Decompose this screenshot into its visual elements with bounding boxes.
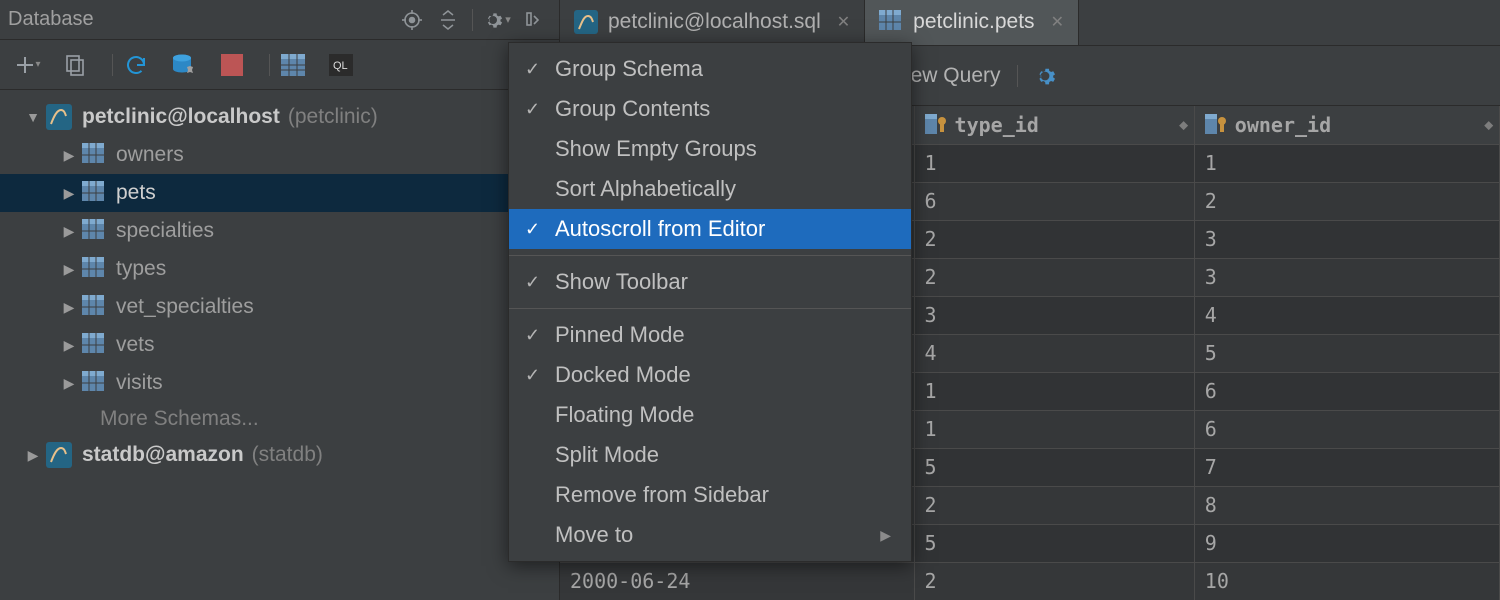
checkmark-icon: ✓ [525, 365, 555, 386]
menu-separator [509, 255, 911, 256]
svg-text:QL: QL [333, 60, 348, 72]
table-row[interactable]: 2000-06-24 2 10 [560, 562, 1500, 600]
menu-item-label: Floating Mode [555, 402, 694, 428]
foreign-key-icon [1205, 114, 1227, 136]
panel-title: Database [8, 8, 94, 31]
column-header[interactable]: type_id ◆ [914, 106, 1194, 144]
menu-item-label: Show Empty Groups [555, 136, 757, 162]
checkmark-icon: ✓ [525, 99, 555, 120]
chevron-right-icon[interactable]: ▶ [56, 299, 82, 316]
sql-file-icon [574, 10, 598, 34]
add-button[interactable]: ▾ [10, 48, 44, 82]
table-view-icon[interactable] [276, 48, 310, 82]
menu-item-label: Move to [555, 522, 633, 548]
checkmark-icon: ✓ [525, 219, 555, 240]
menu-item[interactable]: ✓ Autoscroll from Editor [509, 209, 911, 249]
table-node[interactable]: ▶ vet_specialties [0, 288, 559, 326]
more-schemas[interactable]: More Schemas... [0, 402, 559, 436]
table-node[interactable]: ▶ pets [0, 174, 559, 212]
checkmark-icon: ✓ [525, 59, 555, 80]
menu-item-label: Group Contents [555, 96, 710, 122]
table-icon [82, 143, 106, 167]
close-tab-icon[interactable]: ✕ [837, 12, 850, 32]
database-tree[interactable]: ▼ petclinic@localhost (petclinic) ▶ owne… [0, 90, 559, 474]
table-icon [82, 257, 106, 281]
submenu-arrow-icon: ▶ [880, 527, 891, 544]
chevron-right-icon[interactable]: ▶ [56, 185, 82, 202]
table-node[interactable]: ▶ visits [0, 364, 559, 402]
tab-label: petclinic@localhost.sql [608, 10, 821, 34]
database-toolbar: ▾ [0, 40, 559, 90]
gear-icon[interactable] [1034, 65, 1056, 87]
expand-collapse-icon[interactable] [434, 6, 462, 34]
menu-item-label: Group Schema [555, 56, 703, 82]
menu-item[interactable]: Split Mode [509, 435, 911, 475]
checkmark-icon: ✓ [525, 272, 555, 293]
menu-item-label: Autoscroll from Editor [555, 216, 765, 242]
stop-icon[interactable] [215, 48, 249, 82]
chevron-right-icon[interactable]: ▶ [56, 223, 82, 240]
checkmark-icon: ✓ [525, 325, 555, 346]
table-icon [82, 219, 106, 243]
menu-item[interactable]: Floating Mode [509, 395, 911, 435]
menu-item[interactable]: ✓ Group Schema [509, 49, 911, 89]
menu-item-label: Sort Alphabetically [555, 176, 736, 202]
chevron-down-icon[interactable]: ▼ [20, 109, 46, 125]
hide-icon[interactable] [519, 6, 547, 34]
menu-item[interactable]: Show Empty Groups [509, 129, 911, 169]
database-node[interactable]: ▶ statdb@amazon (statdb) [0, 436, 559, 474]
close-tab-icon[interactable]: ✕ [1051, 12, 1064, 32]
chevron-right-icon[interactable]: ▶ [56, 261, 82, 278]
gear-icon[interactable]: ▾ [483, 6, 511, 34]
menu-item-label: Pinned Mode [555, 322, 685, 348]
database-node[interactable]: ▼ petclinic@localhost (petclinic) [0, 98, 559, 136]
menu-item[interactable]: ✓ Show Toolbar [509, 262, 911, 302]
table-node[interactable]: ▶ types [0, 250, 559, 288]
table-icon [82, 371, 106, 395]
panel-header: Database ▾ [0, 0, 559, 40]
menu-item[interactable]: ✓ Pinned Mode [509, 315, 911, 355]
menu-item-label: Show Toolbar [555, 269, 688, 295]
table-node[interactable]: ▶ vets [0, 326, 559, 364]
datasource-properties-icon[interactable] [167, 48, 201, 82]
table-node[interactable]: ▶ owners [0, 136, 559, 174]
menu-separator [509, 308, 911, 309]
menu-item[interactable]: ✓ Docked Mode [509, 355, 911, 395]
mysql-icon [46, 442, 72, 468]
menu-item[interactable]: Sort Alphabetically [509, 169, 911, 209]
menu-item-label: Split Mode [555, 442, 659, 468]
menu-item-label: Remove from Sidebar [555, 482, 769, 508]
editor-tab[interactable]: petclinic.pets ✕ [865, 0, 1079, 45]
tab-label: petclinic.pets [913, 10, 1034, 34]
refresh-icon[interactable] [119, 48, 153, 82]
mysql-icon [46, 104, 72, 130]
editor-tab[interactable]: petclinic@localhost.sql ✕ [560, 0, 865, 45]
menu-item[interactable]: Remove from Sidebar [509, 475, 911, 515]
table-node[interactable]: ▶ specialties [0, 212, 559, 250]
open-console-icon[interactable]: QL [324, 48, 358, 82]
foreign-key-icon [925, 114, 947, 136]
table-icon [82, 181, 106, 205]
chevron-right-icon[interactable]: ▶ [56, 147, 82, 164]
table-file-icon [879, 10, 903, 34]
menu-item[interactable]: Move to ▶ [509, 515, 911, 555]
chevron-right-icon[interactable]: ▶ [56, 375, 82, 392]
tool-window-settings-menu: ✓ Group Schema ✓ Group Contents Show Emp… [508, 42, 912, 562]
editor-tabs: petclinic@localhost.sql ✕ petclinic.pets… [560, 0, 1500, 46]
copy-icon[interactable] [58, 48, 92, 82]
table-icon [82, 333, 106, 357]
menu-item[interactable]: ✓ Group Contents [509, 89, 911, 129]
chevron-right-icon[interactable]: ▶ [56, 337, 82, 354]
database-tool-window: Database ▾ [0, 0, 560, 600]
chevron-right-icon[interactable]: ▶ [20, 447, 46, 464]
target-icon[interactable] [398, 6, 426, 34]
table-icon [82, 295, 106, 319]
sort-icon[interactable]: ◆ [1179, 118, 1187, 131]
menu-item-label: Docked Mode [555, 362, 691, 388]
sort-icon[interactable]: ◆ [1485, 118, 1493, 131]
column-header[interactable]: owner_id ◆ [1194, 106, 1499, 144]
